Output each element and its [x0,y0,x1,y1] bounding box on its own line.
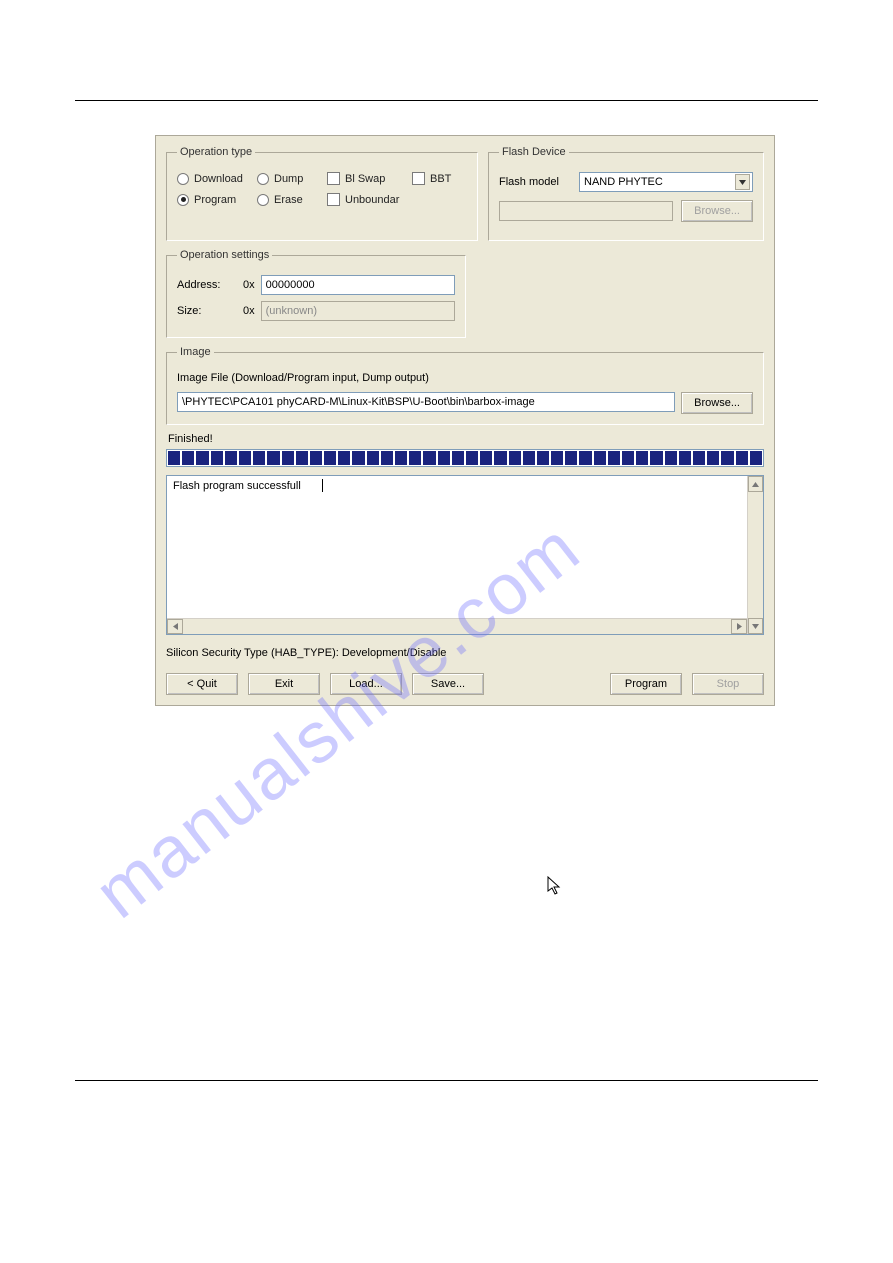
scroll-right-icon[interactable] [731,619,747,634]
checkbox-icon [327,193,340,206]
address-label: Address: [177,279,237,291]
radio-icon [257,194,269,206]
flash-device-path-input [499,201,673,221]
image-path-input[interactable]: \PHYTEC\PCA101 phyCARD-M\Linux-Kit\BSP\U… [177,392,675,412]
address-input[interactable]: 00000000 [261,275,455,295]
image-browse-button[interactable]: Browse... [681,392,753,414]
radio-erase-label: Erase [274,194,303,206]
radio-erase[interactable]: Erase [257,194,327,206]
flash-model-select[interactable]: NAND PHYTEC [579,172,753,192]
stop-button: Stop [692,673,764,695]
log-text[interactable]: Flash program successfull [167,476,747,634]
check-bbt-label: BBT [430,173,451,185]
progress-bar [166,449,764,467]
flash-model-label: Flash model [499,176,571,188]
operation-settings-legend: Operation settings [177,249,272,261]
radio-icon [177,173,189,185]
cursor-icon [547,876,563,896]
image-path-value: \PHYTEC\PCA101 phyCARD-M\Linux-Kit\BSP\U… [182,396,535,408]
security-type-label: Silicon Security Type (HAB_TYPE): Develo… [166,647,764,659]
radio-icon [177,194,189,206]
status-label: Finished! [168,433,764,445]
checkbox-icon [327,172,340,185]
page-divider-top [75,100,818,101]
exit-button[interactable]: Exit [248,673,320,695]
check-blswap-label: Bl Swap [345,173,385,185]
size-placeholder: (unknown) [266,305,317,317]
load-button[interactable]: Load... [330,673,402,695]
size-prefix: 0x [243,305,255,317]
operation-type-legend: Operation type [177,146,255,158]
flash-device-legend: Flash Device [499,146,569,158]
image-description: Image File (Download/Program input, Dump… [177,372,753,384]
quit-button[interactable]: < Quit [166,673,238,695]
radio-download[interactable]: Download [177,173,257,185]
scroll-left-icon[interactable] [167,619,183,634]
flash-device-browse-button: Browse... [681,200,753,222]
operation-settings-group: Operation settings Address: 0x 00000000 … [166,249,466,338]
vertical-scrollbar[interactable] [747,476,763,634]
button-row: < Quit Exit Load... Save... Program Stop [166,673,764,695]
flash-model-value: NAND PHYTEC [584,176,663,188]
flash-tool-dialog: Operation type Download Dump Bl Swap BBT [155,135,775,706]
checkbox-icon [412,172,425,185]
address-value: 00000000 [266,279,315,291]
horizontal-scrollbar[interactable] [167,618,747,634]
image-legend: Image [177,346,214,358]
size-input: (unknown) [261,301,455,321]
save-button[interactable]: Save... [412,673,484,695]
check-unboundar[interactable]: Unboundar [327,193,412,206]
radio-dump-label: Dump [274,173,303,185]
radio-dump[interactable]: Dump [257,173,327,185]
chevron-down-icon [735,174,750,190]
log-output: Flash program successfull [166,475,764,635]
scroll-down-icon[interactable] [748,618,763,634]
address-prefix: 0x [243,279,255,291]
size-label: Size: [177,305,237,317]
operation-type-group: Operation type Download Dump Bl Swap BBT [166,146,478,241]
image-group: Image Image File (Download/Program input… [166,346,764,425]
check-bbt[interactable]: BBT [412,172,467,185]
program-button[interactable]: Program [610,673,682,695]
scroll-up-icon[interactable] [748,476,763,492]
radio-program[interactable]: Program [177,194,257,206]
flash-device-group: Flash Device Flash model NAND PHYTEC Bro… [488,146,764,241]
check-unboundar-label: Unboundar [345,194,399,206]
radio-icon [257,173,269,185]
check-blswap[interactable]: Bl Swap [327,172,412,185]
page-divider-bottom [75,1080,818,1081]
radio-download-label: Download [194,173,243,185]
radio-program-label: Program [194,194,236,206]
